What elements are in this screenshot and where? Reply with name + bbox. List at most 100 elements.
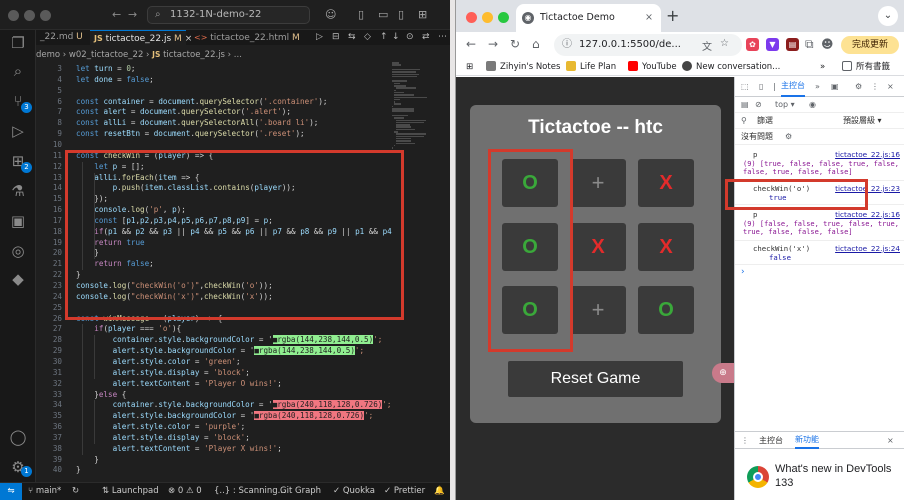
toggle-panel-icon[interactable]: ▭ <box>378 8 388 21</box>
extensions-puzzle-icon[interactable]: ⧉ <box>805 37 814 52</box>
forward-icon[interactable]: → <box>488 37 498 51</box>
problems-status[interactable]: ⊗ 0 ⚠ 0 <box>168 483 202 500</box>
code-line[interactable]: const allLi = document.querySelectorAll(… <box>76 118 318 127</box>
forward-arrow-icon[interactable]: → <box>128 8 137 21</box>
drawer-tab-console[interactable]: 主控台 <box>759 432 783 449</box>
drawer-tab-whats-new[interactable]: 新功能 <box>795 432 819 449</box>
breadcrumb-item[interactable]: w02_tictactoe_22 <box>69 50 143 60</box>
code-line[interactable]: alert.textContent = 'Player X wins!'; <box>76 444 282 453</box>
context-select[interactable]: top ▾ <box>775 97 795 113</box>
customize-layout-icon[interactable]: ⊞ <box>418 8 427 21</box>
back-icon[interactable]: ← <box>466 37 476 51</box>
code-line[interactable]: } <box>76 465 81 474</box>
tab-tictactoe-js[interactable]: JS tictactoe_22.js M × <box>90 30 192 45</box>
sidebar-icon[interactable]: ▤ <box>741 97 749 113</box>
previous-change-icon[interactable]: ↑ <box>380 30 388 45</box>
go-back-icon[interactable]: ⇆ <box>348 30 356 45</box>
close-tab-icon[interactable]: × <box>645 4 653 32</box>
back-arrow-icon[interactable]: ← <box>112 8 121 21</box>
profile-avatar-icon[interactable]: ☻ <box>821 37 834 51</box>
board-cell[interactable]: X <box>638 223 694 271</box>
tab-md[interactable]: _22.md U <box>36 30 88 45</box>
close-devtools-icon[interactable]: × <box>887 77 894 97</box>
update-button[interactable]: 完成更新 <box>841 36 899 54</box>
run-icon[interactable]: ▷ <box>316 30 323 45</box>
log-array-value[interactable]: (9) [true, false, false, true, false, fa… <box>743 160 901 176</box>
all-bookmarks[interactable]: 所有書籤 <box>842 58 890 76</box>
code-line[interactable]: let turn = 0; <box>76 64 135 73</box>
code-line[interactable]: container.style.backgroundColor = '■rgba… <box>76 335 382 345</box>
quokka-status[interactable]: ✓ Quokka <box>333 483 375 500</box>
bookmark-item[interactable]: Life Plan <box>566 58 616 76</box>
issues-settings-icon[interactable]: ⚙ <box>785 129 792 145</box>
log-levels-select[interactable]: 預設層級 ▾ <box>843 114 882 127</box>
prettier-status[interactable]: ✓ Prettier <box>384 483 425 500</box>
log-source-link[interactable]: tictactoe_22.js:16 <box>835 210 900 219</box>
code-line[interactable]: alert.style.color = 'purple'; <box>76 422 246 431</box>
tab-tictactoe-html[interactable]: <> tictactoe_22.html M <box>190 30 302 45</box>
open-changes-icon[interactable]: ⇄ <box>422 30 430 45</box>
live-expression-eye-icon[interactable]: ◉ <box>809 97 816 113</box>
toggle-secondary-sidebar-icon[interactable]: ▯ <box>398 8 404 21</box>
more-bookmarks-icon[interactable]: » <box>820 58 825 76</box>
reset-game-button[interactable]: Reset Game <box>508 361 683 397</box>
split-editor-icon[interactable]: ⊟ <box>332 30 340 45</box>
log-source-link[interactable]: tictactoe_22.js:16 <box>835 150 900 159</box>
floating-extension-icon[interactable]: ⊕ <box>712 363 734 383</box>
minimize-window-button[interactable] <box>24 10 35 21</box>
console-prompt-icon[interactable]: › <box>741 267 745 277</box>
board-cell[interactable]: + <box>570 286 626 334</box>
command-center-search[interactable]: ⌕ 1132-1N-demo-22 <box>147 6 310 24</box>
minimize-window-button[interactable] <box>482 12 493 23</box>
code-line[interactable]: const resetBtn = document.querySelector(… <box>76 129 305 138</box>
code-line[interactable]: let done = false; <box>76 75 154 84</box>
log-source-link[interactable]: tictactoe_22.js:24 <box>835 244 900 253</box>
git-graph-icon[interactable]: ◎ <box>9 242 27 260</box>
breadcrumb-item[interactable]: demo <box>36 50 60 60</box>
apps-grid-icon[interactable]: ⊞ <box>466 58 473 76</box>
home-icon[interactable]: ⌂ <box>532 37 540 51</box>
code-line[interactable]: }else { <box>76 390 126 399</box>
new-tab-icon[interactable]: + <box>666 6 679 25</box>
settings-gear-icon[interactable]: ⚙ <box>855 77 862 97</box>
address-bar[interactable]: ⓘ 127.0.0.1:5500/de... <box>554 34 742 56</box>
sync-icon[interactable]: ↻ <box>72 483 79 500</box>
tab-console[interactable]: 主控台 <box>781 77 805 97</box>
errors-icon[interactable]: ▣ <box>831 77 839 97</box>
account-icon[interactable]: ◯ <box>9 428 27 446</box>
more-options-icon[interactable]: ⋮ <box>871 77 879 97</box>
explorer-icon[interactable]: ❐ <box>9 34 27 52</box>
code-line[interactable]: alert.style.color = 'green'; <box>76 357 241 366</box>
code-line[interactable]: if(player === 'o'){ <box>76 324 181 333</box>
extension-icon[interactable]: ▼ <box>766 38 779 51</box>
drawer-menu-icon[interactable]: ⋮ <box>741 432 749 449</box>
extension-icon[interactable]: ▤ <box>786 38 799 51</box>
code-line[interactable]: alert.style.display = 'block'; <box>76 368 250 377</box>
filter-input[interactable]: 篩選 <box>757 114 773 127</box>
remote-indicator-icon[interactable]: ⇋ <box>0 483 22 500</box>
branch-status[interactable]: ⑂ main* <box>28 483 61 500</box>
code-line[interactable]: alert.textContent = 'Player O wins!'; <box>76 379 282 388</box>
launchpad-status[interactable]: ⇅ Launchpad <box>102 483 159 500</box>
close-window-button[interactable] <box>8 10 19 21</box>
device-toolbar-icon[interactable]: ▯ <box>759 77 763 97</box>
translate-icon[interactable]: 文 <box>702 38 712 53</box>
run-debug-icon[interactable]: ▷ <box>9 122 27 140</box>
extension-icon[interactable]: ✿ <box>746 38 759 51</box>
maximize-window-button[interactable] <box>40 10 51 21</box>
close-drawer-icon[interactable]: × <box>887 432 894 449</box>
reload-icon[interactable]: ↻ <box>510 37 520 51</box>
code-line[interactable]: container.style.backgroundColor = '■rgba… <box>76 400 392 410</box>
search-icon[interactable]: ⌕ <box>9 62 27 80</box>
next-change-icon[interactable]: ↓ <box>392 30 400 45</box>
code-line[interactable]: const container = document.querySelector… <box>76 97 328 106</box>
close-window-button[interactable] <box>466 12 477 23</box>
remote-explorer-icon[interactable]: ▣ <box>9 212 27 230</box>
log-array-value[interactable]: (9) [false, false, true, false, true, tr… <box>743 220 901 236</box>
code-line[interactable]: const alert = document.querySelector('.a… <box>76 107 291 116</box>
breadcrumb-item[interactable]: ... <box>234 50 242 60</box>
board-cell[interactable]: X <box>570 223 626 271</box>
code-line[interactable]: alert.style.backgroundColor = '■rgba(144… <box>76 346 364 356</box>
clear-console-icon[interactable]: ⊘ <box>755 97 762 113</box>
bookmark-item[interactable]: YouTube <box>628 58 677 76</box>
